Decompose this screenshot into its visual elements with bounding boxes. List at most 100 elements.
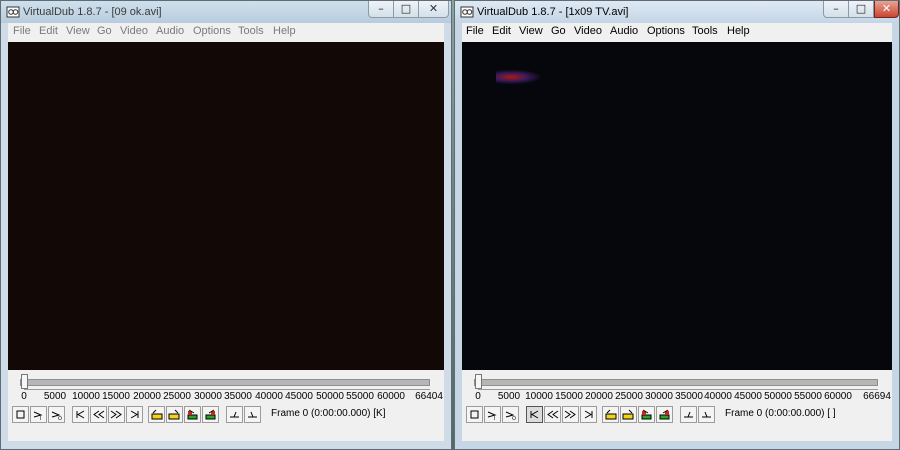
timeline-tick: 55000	[346, 391, 374, 402]
menu-audio[interactable]: Audio	[156, 25, 184, 37]
menu-help[interactable]: Help	[273, 25, 296, 37]
stop-button[interactable]	[12, 406, 29, 423]
virtualdub-window-right[interactable]: VirtualDub 1.8.7 - [1x09 TV.avi] – □ ✕ F…	[454, 0, 900, 450]
go-start-icon	[76, 410, 85, 419]
mark-in-button[interactable]	[680, 406, 697, 423]
menu-go[interactable]: Go	[551, 25, 566, 37]
stop-button[interactable]	[466, 406, 483, 423]
next-keyframe-button[interactable]	[166, 406, 183, 423]
virtualdub-window-left[interactable]: VirtualDub 1.8.7 - [09 ok.avi] – □ ✕ Fil…	[0, 0, 452, 450]
step-forward-icon	[564, 410, 576, 419]
timeline-tick: 45000	[285, 391, 313, 402]
title-bar[interactable]: VirtualDub 1.8.7 - [1x09 TV.avi] – □ ✕	[455, 1, 899, 23]
next-scene-button[interactable]	[656, 406, 673, 423]
minimize-icon: –	[833, 2, 839, 15]
menu-audio[interactable]: Audio	[610, 25, 638, 37]
prev-scene-icon	[187, 409, 198, 420]
timeline-tick: 10000	[525, 391, 553, 402]
close-icon: ✕	[881, 2, 892, 15]
next-keyframe-button[interactable]	[620, 406, 637, 423]
timeline-tick: 50000	[316, 391, 344, 402]
maximize-icon: □	[400, 2, 412, 15]
svg-text:I: I	[494, 416, 495, 421]
prev-scene-button[interactable]	[184, 406, 201, 423]
menu-options[interactable]: Options	[193, 25, 231, 37]
menu-bar: File Edit View Go Video Audio Options To…	[8, 23, 444, 43]
mark-out-button[interactable]	[244, 406, 261, 423]
step-forward-button[interactable]	[562, 406, 579, 423]
go-end-button[interactable]	[126, 406, 143, 423]
play-input-button[interactable]: I	[484, 406, 501, 423]
window-title: VirtualDub 1.8.7 - [1x09 TV.avi]	[477, 6, 629, 18]
timeline-tick: 15000	[555, 391, 583, 402]
maximize-button[interactable]: □	[393, 1, 419, 18]
menu-options[interactable]: Options	[647, 25, 685, 37]
next-scene-button[interactable]	[202, 406, 219, 423]
mark-in-icon	[684, 411, 693, 418]
minimize-button[interactable]: –	[823, 1, 849, 18]
position-slider-track[interactable]	[20, 379, 430, 386]
menu-go[interactable]: Go	[97, 25, 112, 37]
go-end-icon	[584, 410, 593, 419]
menu-tools[interactable]: Tools	[238, 25, 264, 37]
timeline-tick: 66404	[415, 391, 443, 402]
minimize-button[interactable]: –	[368, 1, 394, 18]
maximize-button[interactable]: □	[848, 1, 874, 18]
maximize-icon: □	[855, 2, 867, 15]
menu-tools[interactable]: Tools	[692, 25, 718, 37]
menu-video[interactable]: Video	[120, 25, 148, 37]
close-button[interactable]: ✕	[874, 1, 899, 18]
play-input-icon: I	[33, 411, 43, 421]
svg-text:O: O	[512, 416, 516, 421]
video-pane	[462, 42, 892, 370]
timeline-tick: 55000	[794, 391, 822, 402]
position-slider-thumb[interactable]	[475, 374, 482, 389]
mark-out-button[interactable]	[698, 406, 715, 423]
position-panel: 0 5000 10000 15000 20000 25000 30000 350…	[462, 370, 892, 441]
mark-in-icon	[230, 411, 239, 418]
timeline-tick: 30000	[194, 391, 222, 402]
close-button[interactable]: ✕	[418, 1, 449, 18]
play-output-button[interactable]: O	[48, 406, 65, 423]
timeline-tick: 10000	[72, 391, 100, 402]
menu-file[interactable]: File	[13, 25, 31, 37]
timeline-tick: 25000	[615, 391, 643, 402]
position-slider-thumb[interactable]	[21, 374, 28, 389]
menu-edit[interactable]: Edit	[39, 25, 58, 37]
step-back-button[interactable]	[544, 406, 561, 423]
timeline-tick: 5000	[43, 391, 67, 402]
svg-text:O: O	[58, 416, 62, 421]
menu-file[interactable]: File	[466, 25, 484, 37]
play-output-icon: O	[51, 411, 62, 421]
prev-keyframe-button[interactable]	[602, 406, 619, 423]
svg-text:I: I	[40, 416, 41, 421]
prev-scene-button[interactable]	[638, 406, 655, 423]
menu-view[interactable]: View	[519, 25, 543, 37]
title-bar[interactable]: VirtualDub 1.8.7 - [09 ok.avi] – □ ✕	[1, 1, 451, 23]
play-input-button[interactable]: I	[30, 406, 47, 423]
step-forward-button[interactable]	[108, 406, 125, 423]
go-start-icon	[530, 410, 539, 419]
play-output-button[interactable]: O	[502, 406, 519, 423]
menu-video[interactable]: Video	[574, 25, 602, 37]
minimize-icon: –	[378, 2, 384, 15]
virtualdub-app-icon	[460, 6, 474, 18]
go-end-button[interactable]	[580, 406, 597, 423]
step-forward-icon	[110, 410, 122, 419]
position-slider-track[interactable]	[474, 379, 878, 386]
timeline-tick: 20000	[133, 391, 161, 402]
mark-out-icon	[248, 411, 257, 418]
menu-edit[interactable]: Edit	[492, 25, 511, 37]
go-start-button[interactable]	[72, 406, 89, 423]
go-start-button[interactable]	[526, 406, 543, 423]
menu-view[interactable]: View	[66, 25, 90, 37]
menu-help[interactable]: Help	[727, 25, 750, 37]
timeline-ruler	[24, 389, 430, 390]
stop-icon	[16, 410, 25, 419]
timeline-ruler	[478, 389, 878, 390]
next-scene-icon	[659, 409, 670, 420]
prev-keyframe-button[interactable]	[148, 406, 165, 423]
next-scene-icon	[205, 409, 216, 420]
step-back-button[interactable]	[90, 406, 107, 423]
mark-in-button[interactable]	[226, 406, 243, 423]
